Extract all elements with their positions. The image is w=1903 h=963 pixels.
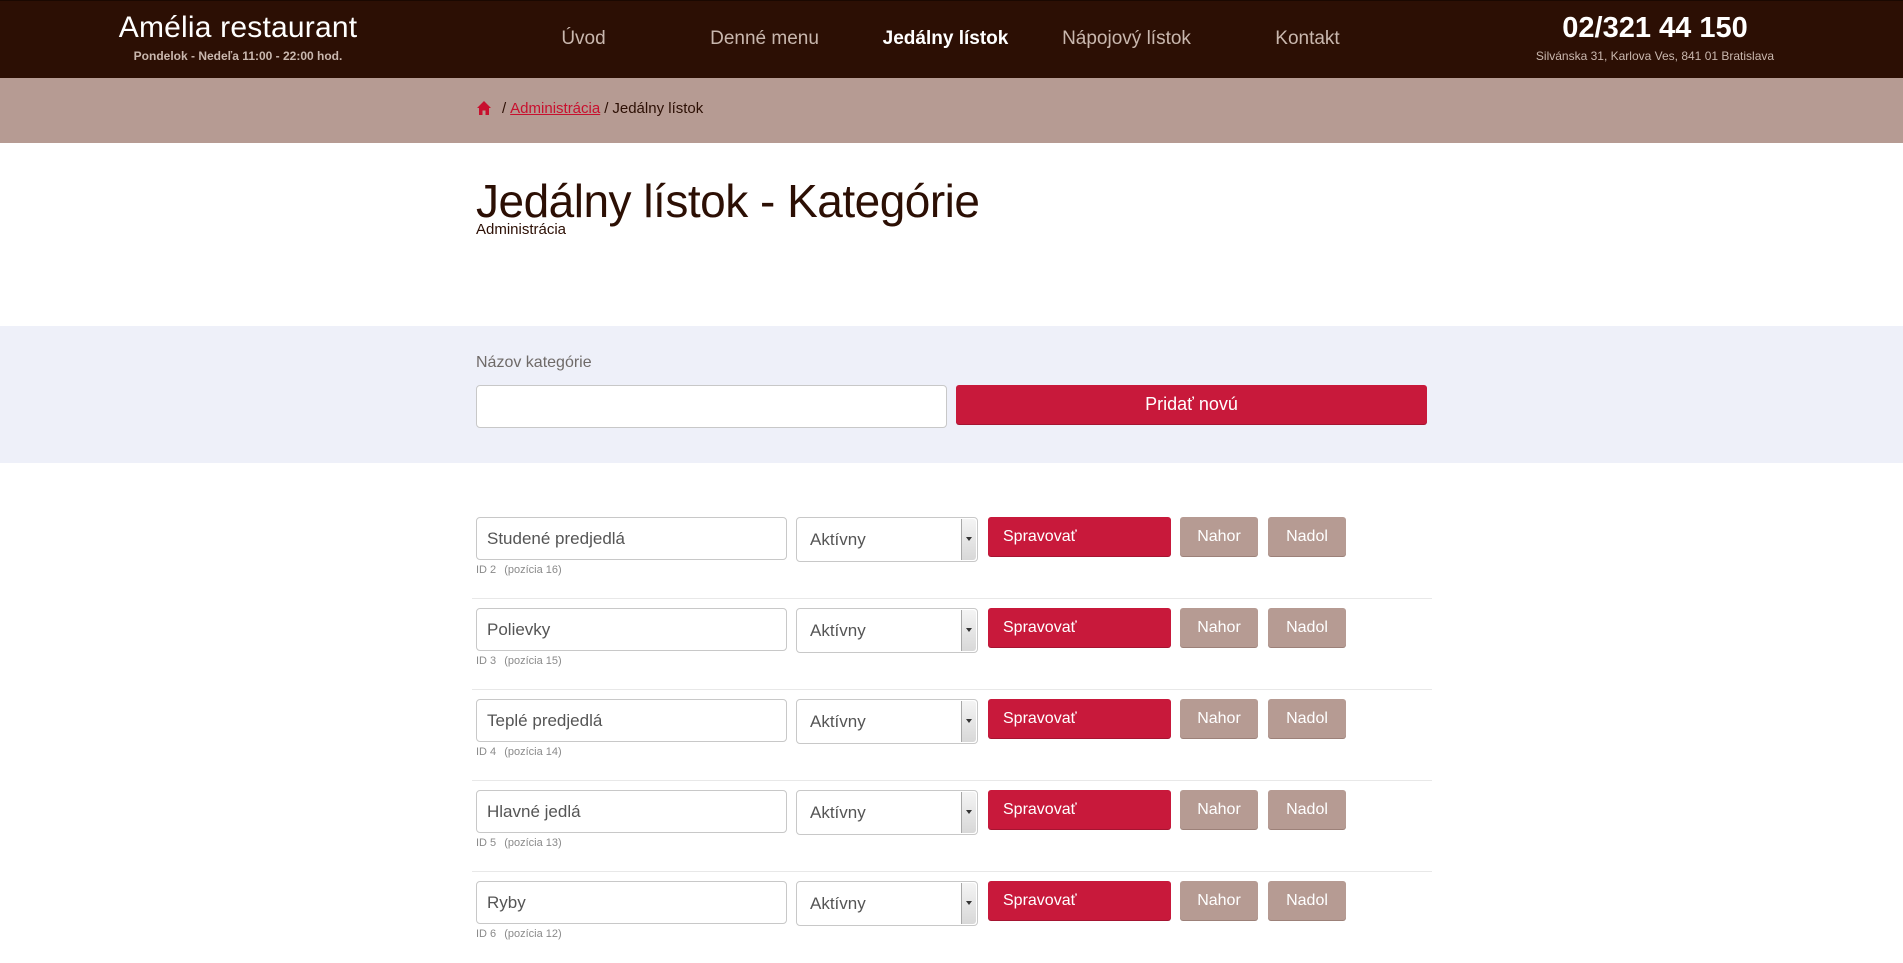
dropdown-arrow-icon[interactable] (961, 610, 976, 651)
category-name-field[interactable] (476, 608, 787, 651)
category-meta: ID 6 (pozícia 12) (476, 928, 570, 940)
category-row: Aktívny Spravovať Nahor Nadol ID 5 (pozíc… (472, 781, 1432, 872)
category-name-field[interactable] (476, 517, 787, 560)
move-down-button[interactable]: Nadol (1268, 881, 1346, 920)
category-name-field[interactable] (476, 790, 787, 833)
breadcrumb: / Administrácia / Jedálny lístok (476, 96, 703, 120)
page-heading: Jedálny lístok - Kategórie Administrácia (476, 175, 980, 237)
address: Silvánska 31, Karlova Ves, 841 01 Bratis… (1535, 49, 1775, 63)
add-category-form: Názov kategórie Pridať novú (0, 326, 1903, 463)
dropdown-arrow-icon[interactable] (961, 519, 976, 560)
manage-button[interactable]: Spravovať (988, 699, 1171, 738)
category-position: (pozícia 12) (504, 928, 562, 940)
status-select-value: Aktívny (810, 712, 866, 731)
phone-number[interactable]: 02/321 44 150 (1525, 11, 1785, 45)
category-meta: ID 2 (pozícia 16) (476, 564, 570, 576)
status-select[interactable]: Aktívny (796, 790, 978, 835)
manage-button[interactable]: Spravovať (988, 608, 1171, 647)
status-select-value: Aktívny (810, 803, 866, 822)
opening-hours: Pondelok - Nedeľa 11:00 - 22:00 hod. (133, 49, 343, 63)
status-select[interactable]: Aktívny (796, 608, 978, 653)
category-name-field[interactable] (476, 881, 787, 924)
contact-info: 02/321 44 150 Silvánska 31, Karlova Ves,… (1525, 11, 1785, 63)
category-id: ID 2 (476, 564, 497, 576)
category-id: ID 5 (476, 837, 497, 849)
breadcrumb-separator: / (502, 99, 507, 117)
category-list: Aktívny Spravovať Nahor Nadol ID 2 (pozíc… (472, 508, 1432, 963)
dropdown-arrow-icon[interactable] (961, 701, 976, 742)
brand-name[interactable]: Amélia restaurant (118, 11, 358, 45)
category-position: (pozícia 16) (504, 564, 562, 576)
move-up-button[interactable]: Nahor (1180, 699, 1258, 738)
breadcrumb-current: Jedálny lístok (612, 99, 704, 117)
move-down-button[interactable]: Nadol (1268, 517, 1346, 556)
category-id: ID 3 (476, 655, 497, 667)
breadcrumb-administracia[interactable]: Administrácia (510, 100, 600, 117)
category-meta: ID 3 (pozícia 15) (476, 655, 570, 667)
brand[interactable]: Amélia restaurant Pondelok - Nedeľa 11:0… (118, 11, 358, 63)
category-meta: ID 4 (pozícia 14) (476, 746, 570, 758)
status-select[interactable]: Aktívny (796, 699, 978, 744)
move-down-button[interactable]: Nadol (1268, 608, 1346, 647)
dropdown-arrow-icon[interactable] (961, 883, 976, 924)
main-nav: Úvod Denné menu Jedálny lístok Nápojový … (493, 1, 1398, 79)
category-name-input[interactable] (476, 385, 947, 428)
category-position: (pozícia 13) (504, 837, 562, 849)
category-row: Aktívny Spravovať Nahor Nadol ID 3 (pozíc… (472, 599, 1432, 690)
category-name-field[interactable] (476, 699, 787, 742)
move-up-button[interactable]: Nahor (1180, 608, 1258, 647)
home-icon[interactable] (476, 100, 492, 116)
status-select-value: Aktívny (810, 894, 866, 913)
move-down-button[interactable]: Nadol (1268, 699, 1346, 738)
manage-button[interactable]: Spravovať (988, 517, 1171, 556)
dropdown-arrow-icon[interactable] (961, 792, 976, 833)
manage-button[interactable]: Spravovať (988, 790, 1171, 829)
status-select[interactable]: Aktívny (796, 517, 978, 562)
manage-button[interactable]: Spravovať (988, 881, 1171, 920)
page-title: Jedálny lístok - Kategórie (476, 175, 980, 227)
category-position: (pozícia 14) (504, 746, 562, 758)
nav-item-jedalny-listok[interactable]: Jedálny lístok (855, 1, 1036, 79)
top-header: Amélia restaurant Pondelok - Nedeľa 11:0… (0, 0, 1903, 78)
category-name-label: Názov kategórie (476, 354, 592, 371)
category-row: Aktívny Spravovať Nahor Nadol ID 6 (pozíc… (472, 872, 1432, 963)
move-up-button[interactable]: Nahor (1180, 790, 1258, 829)
status-select[interactable]: Aktívny (796, 881, 978, 926)
category-meta: ID 5 (pozícia 13) (476, 837, 570, 849)
move-down-button[interactable]: Nadol (1268, 790, 1346, 829)
nav-item-kontakt[interactable]: Kontakt (1217, 1, 1398, 79)
move-up-button[interactable]: Nahor (1180, 881, 1258, 920)
category-id: ID 4 (476, 746, 497, 758)
breadcrumb-bar: / Administrácia / Jedálny lístok (0, 78, 1903, 143)
status-select-value: Aktívny (810, 530, 866, 549)
category-row: Aktívny Spravovať Nahor Nadol ID 4 (pozíc… (472, 690, 1432, 781)
add-new-button[interactable]: Pridať novú (956, 385, 1427, 424)
nav-item-denne-menu[interactable]: Denné menu (674, 1, 855, 79)
nav-item-napojovy-listok[interactable]: Nápojový lístok (1036, 1, 1217, 79)
category-id: ID 6 (476, 928, 497, 940)
status-select-value: Aktívny (810, 621, 866, 640)
move-up-button[interactable]: Nahor (1180, 517, 1258, 556)
breadcrumb-separator: / (604, 99, 609, 117)
category-row: Aktívny Spravovať Nahor Nadol ID 2 (pozíc… (472, 508, 1432, 599)
nav-item-uvod[interactable]: Úvod (493, 1, 674, 79)
category-position: (pozícia 15) (504, 655, 562, 667)
